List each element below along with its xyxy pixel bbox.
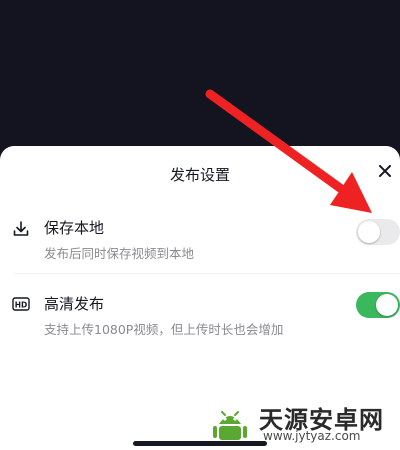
divider [14, 273, 400, 274]
hd-publish-toggle[interactable] [356, 292, 400, 318]
hd-icon-label: HD [15, 300, 28, 309]
download-icon [13, 221, 29, 236]
close-button[interactable] [374, 160, 396, 182]
toggle-knob [376, 294, 398, 316]
save-local-title: 保存本地 [44, 219, 105, 237]
save-local-subtitle: 发布后同时保存视频到本地 [44, 246, 195, 261]
sheet-title: 发布设置 [169, 166, 230, 184]
setting-row-hd-publish: HD 高清发布 支持上传1080P视频，但上传时长也会增加 [0, 286, 400, 346]
hd-publish-subtitle: 支持上传1080P视频，但上传时长也会增加 [44, 322, 284, 337]
save-local-toggle[interactable] [356, 219, 400, 245]
watermark-url: www.jytyaz.com [263, 429, 361, 443]
watermark: 天源安卓网 www.jytyaz.com [203, 398, 400, 448]
hd-publish-title: 高清发布 [44, 295, 105, 313]
close-icon [379, 165, 391, 177]
android-logo-icon [213, 411, 247, 440]
hd-icon: HD [12, 297, 30, 311]
setting-row-save-local: 保存本地 发布后同时保存视频到本地 [0, 206, 400, 266]
toggle-knob [358, 221, 380, 243]
video-preview-area [0, 0, 400, 150]
